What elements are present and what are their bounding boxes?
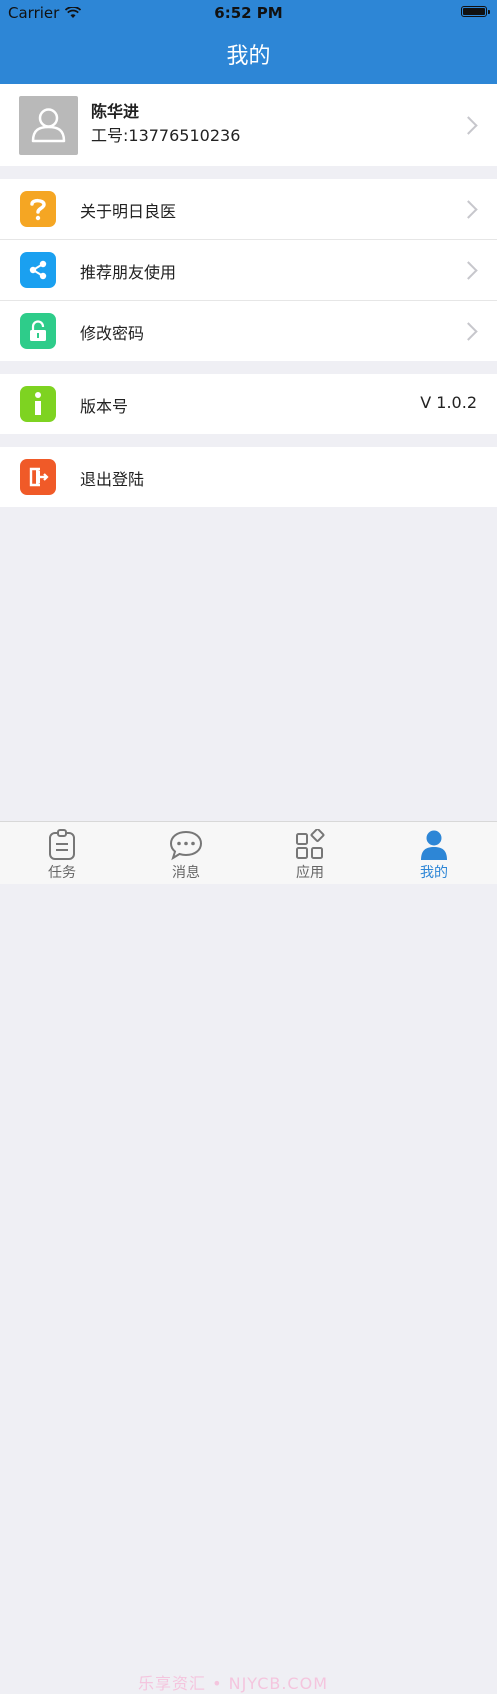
menu-item-logout[interactable]: 退出登陆	[0, 447, 497, 507]
chevron-right-icon	[459, 322, 478, 341]
tab-tasks[interactable]: 任务	[0, 822, 124, 884]
tab-label-tasks: 任务	[48, 865, 76, 881]
tab-label-apps: 应用	[296, 865, 324, 881]
battery-icon	[461, 6, 490, 17]
version-value: V 1.0.2	[420, 393, 477, 412]
page-title: 我的	[226, 44, 271, 69]
version-group: 版本号 V 1.0.2	[0, 374, 497, 434]
exit-icon	[20, 459, 56, 495]
watermark: 乐享资汇 • NJYCB.COM	[138, 1674, 329, 1693]
menu-label-version: 版本号	[80, 397, 129, 416]
status-bar: Carrier 6:52 PM	[0, 0, 497, 26]
menu-label-about: 关于明日良医	[80, 202, 177, 221]
tab-apps[interactable]: 应用	[248, 822, 372, 884]
user-icon	[421, 830, 447, 860]
logout-group: 退出登陆	[0, 447, 497, 507]
apps-grid-icon	[296, 829, 325, 859]
tab-label-messages: 消息	[172, 865, 200, 881]
clock: 6:52 PM	[214, 4, 283, 22]
tab-bar: 任务 消息 应用 我的 乐享资汇 • NJYCB.COM	[0, 821, 497, 1693]
user-placeholder-icon	[31, 108, 66, 143]
info-icon	[20, 386, 56, 422]
clipboard-icon	[49, 829, 75, 860]
header: Carrier 6:52 PM 我的	[0, 0, 497, 84]
unlock-icon	[20, 313, 56, 349]
menu-item-version: 版本号 V 1.0.2	[0, 374, 497, 434]
menu-item-share[interactable]: 推荐朋友使用	[0, 240, 497, 301]
chevron-right-icon	[459, 116, 478, 135]
user-id: 工号:13776510236	[91, 126, 241, 145]
user-name: 陈华进	[91, 102, 140, 121]
chevron-right-icon	[459, 200, 478, 219]
question-icon	[20, 191, 56, 227]
menu-label-share: 推荐朋友使用	[80, 263, 177, 282]
profile-card[interactable]: 陈华进 工号:13776510236	[0, 84, 497, 166]
menu-label-logout: 退出登陆	[80, 470, 145, 489]
share-icon	[20, 252, 56, 288]
settings-group: 关于明日良医 推荐朋友使用 修改密码	[0, 179, 497, 361]
menu-item-password[interactable]: 修改密码	[0, 301, 497, 361]
tab-mine[interactable]: 我的	[372, 822, 496, 884]
chevron-right-icon	[459, 261, 478, 280]
avatar	[19, 96, 78, 155]
tab-messages[interactable]: 消息	[124, 822, 248, 884]
tab-label-mine: 我的	[420, 865, 448, 881]
menu-label-password: 修改密码	[80, 324, 145, 343]
menu-item-about[interactable]: 关于明日良医	[0, 179, 497, 240]
chat-bubble-icon	[169, 830, 203, 861]
